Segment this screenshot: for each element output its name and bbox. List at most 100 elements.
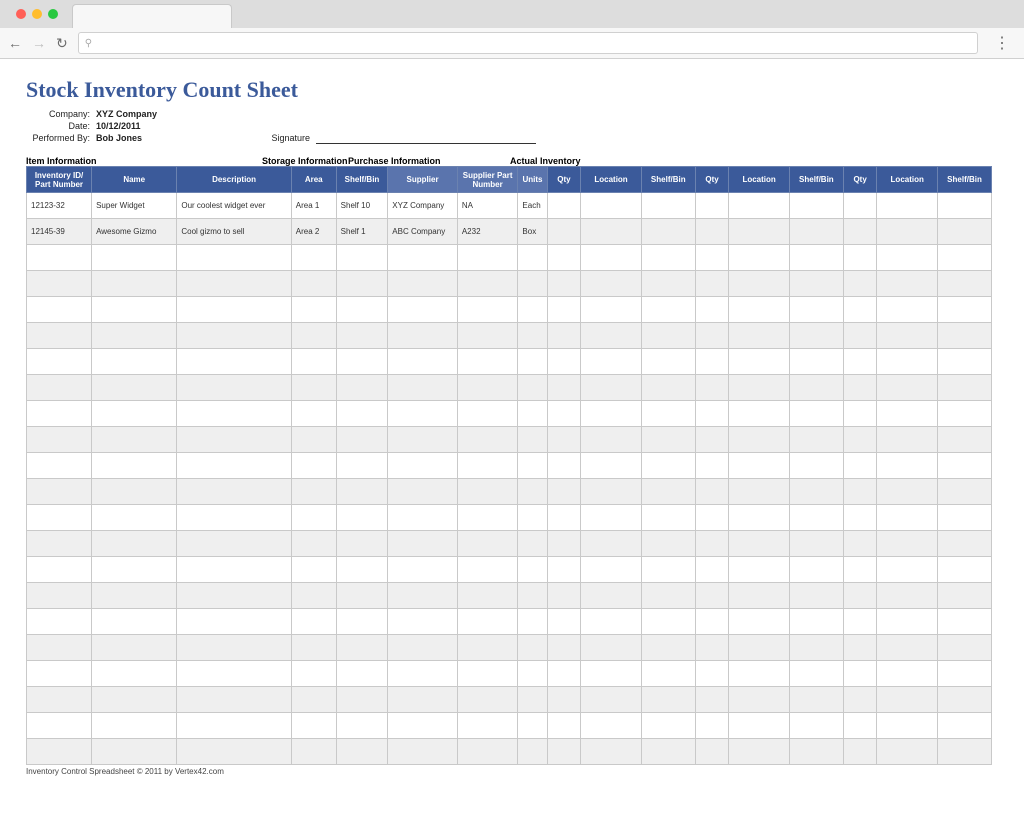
table-cell[interactable] <box>547 349 581 375</box>
table-cell[interactable] <box>729 323 790 349</box>
table-cell[interactable] <box>547 219 581 245</box>
table-cell[interactable] <box>92 245 177 271</box>
table-cell[interactable] <box>843 635 877 661</box>
table-cell[interactable] <box>518 557 547 583</box>
table-cell[interactable] <box>789 401 843 427</box>
table-cell[interactable] <box>641 531 695 557</box>
table-cell[interactable] <box>877 271 938 297</box>
table-cell[interactable] <box>581 739 642 765</box>
table-cell[interactable] <box>877 479 938 505</box>
table-cell[interactable] <box>547 271 581 297</box>
table-cell[interactable] <box>177 323 291 349</box>
table-cell[interactable] <box>581 375 642 401</box>
table-cell[interactable]: XYZ Company <box>388 193 458 219</box>
table-cell[interactable] <box>695 271 729 297</box>
table-cell[interactable] <box>388 661 458 687</box>
table-cell[interactable] <box>547 193 581 219</box>
table-cell[interactable] <box>641 557 695 583</box>
table-cell[interactable] <box>938 661 992 687</box>
table-cell[interactable] <box>789 713 843 739</box>
table-cell[interactable]: A232 <box>457 219 518 245</box>
table-cell[interactable] <box>789 557 843 583</box>
table-cell[interactable] <box>27 557 92 583</box>
table-cell[interactable] <box>457 661 518 687</box>
table-cell[interactable] <box>92 479 177 505</box>
table-cell[interactable] <box>877 297 938 323</box>
close-icon[interactable] <box>16 9 26 19</box>
table-cell[interactable] <box>789 193 843 219</box>
table-cell[interactable] <box>695 687 729 713</box>
table-cell[interactable] <box>843 245 877 271</box>
table-cell[interactable] <box>729 453 790 479</box>
table-cell[interactable] <box>877 583 938 609</box>
table-cell[interactable] <box>336 271 388 297</box>
table-cell[interactable] <box>938 401 992 427</box>
table-cell[interactable] <box>843 609 877 635</box>
table-cell[interactable] <box>177 375 291 401</box>
table-cell[interactable] <box>457 713 518 739</box>
table-cell[interactable] <box>843 401 877 427</box>
table-cell[interactable] <box>388 739 458 765</box>
table-cell[interactable] <box>518 635 547 661</box>
table-cell[interactable] <box>336 427 388 453</box>
table-cell[interactable] <box>92 739 177 765</box>
table-cell[interactable] <box>641 609 695 635</box>
table-cell[interactable] <box>843 453 877 479</box>
table-cell[interactable] <box>27 271 92 297</box>
table-cell[interactable] <box>729 349 790 375</box>
table-cell[interactable] <box>547 739 581 765</box>
table-cell[interactable] <box>518 323 547 349</box>
table-cell[interactable] <box>518 687 547 713</box>
table-cell[interactable] <box>641 583 695 609</box>
table-cell[interactable] <box>877 687 938 713</box>
table-cell[interactable] <box>877 349 938 375</box>
table-cell[interactable] <box>695 453 729 479</box>
table-cell[interactable] <box>518 349 547 375</box>
table-cell[interactable] <box>938 453 992 479</box>
table-cell[interactable] <box>291 609 336 635</box>
table-cell[interactable] <box>938 713 992 739</box>
table-cell[interactable] <box>695 193 729 219</box>
table-cell[interactable] <box>518 713 547 739</box>
table-cell[interactable] <box>457 271 518 297</box>
table-cell[interactable] <box>291 375 336 401</box>
table-cell[interactable] <box>581 323 642 349</box>
table-cell[interactable] <box>938 375 992 401</box>
table-cell[interactable] <box>641 297 695 323</box>
table-cell[interactable] <box>336 661 388 687</box>
table-cell[interactable] <box>581 193 642 219</box>
table-cell[interactable] <box>291 687 336 713</box>
table-cell[interactable] <box>581 583 642 609</box>
table-cell[interactable] <box>336 375 388 401</box>
table-cell[interactable] <box>877 609 938 635</box>
table-cell[interactable] <box>695 609 729 635</box>
table-cell[interactable] <box>581 713 642 739</box>
table-cell[interactable] <box>388 453 458 479</box>
table-cell[interactable] <box>877 531 938 557</box>
table-cell[interactable] <box>843 219 877 245</box>
table-cell[interactable] <box>388 505 458 531</box>
table-cell[interactable] <box>877 323 938 349</box>
table-cell[interactable] <box>641 375 695 401</box>
table-cell[interactable] <box>789 687 843 713</box>
table-cell[interactable] <box>518 531 547 557</box>
table-cell[interactable] <box>729 219 790 245</box>
table-cell[interactable] <box>177 245 291 271</box>
table-cell[interactable] <box>177 271 291 297</box>
table-cell[interactable] <box>27 427 92 453</box>
table-cell[interactable] <box>27 661 92 687</box>
table-cell[interactable] <box>789 661 843 687</box>
table-cell[interactable] <box>843 583 877 609</box>
table-cell[interactable] <box>843 479 877 505</box>
table-cell[interactable] <box>843 661 877 687</box>
reload-icon[interactable]: ↻ <box>56 35 68 52</box>
table-cell[interactable] <box>336 713 388 739</box>
table-cell[interactable] <box>789 375 843 401</box>
table-cell[interactable] <box>336 297 388 323</box>
table-cell[interactable] <box>291 453 336 479</box>
table-cell[interactable] <box>938 505 992 531</box>
table-cell[interactable] <box>695 531 729 557</box>
table-cell[interactable]: ABC Company <box>388 219 458 245</box>
table-cell[interactable] <box>457 739 518 765</box>
table-cell[interactable] <box>729 635 790 661</box>
